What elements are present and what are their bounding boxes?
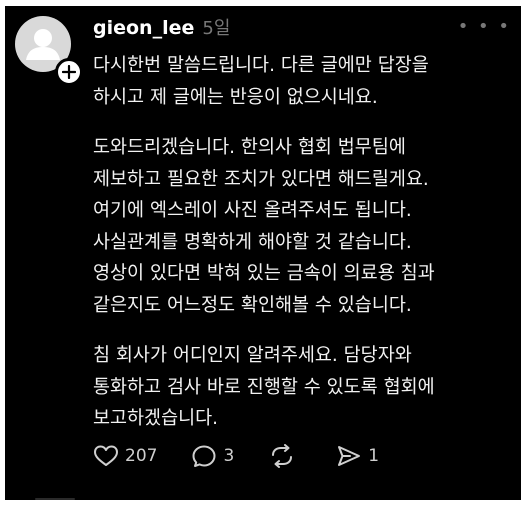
share-count: 1 [368,446,380,466]
paragraph-3: 침 회사가 어디인지 알려주세요. 담당자와 통화하고 검사 바로 진행할 수 … [93,340,513,435]
text-line: 하시고 제 글에는 반응이 없으시네요. [93,86,378,108]
text-line: 침 회사가 어디인지 알려주세요. 담당자와 [93,345,412,366]
username[interactable]: gieon_lee [93,17,194,39]
text-line: 영상이 있다면 박혀 있는 금속이 의료용 침과 [93,263,435,284]
post-header: gieon_lee 5일 [93,14,230,40]
text-line: 제보하고 필요한 조치가 있다면 해드릴게요. [93,168,429,190]
text-line: 보고하겠습니다. [93,408,219,429]
more-options-icon[interactable]: • • • [458,16,511,37]
reply-count: 3 [223,446,235,466]
repost-button[interactable] [268,444,302,468]
follow-button[interactable] [55,58,83,86]
text-line: 다시한번 말씀드립니다. 다른 글에만 답장을 [93,55,429,76]
plus-icon [62,65,76,79]
reply-button[interactable]: 3 [191,444,234,468]
text-line: 통화하고 검사 바로 진행할 수 있도록 협회에 [93,376,435,398]
paragraph-2: 도와드리겠습니다. 한의사 협회 법무팀에 제보하고 필요한 조치가 있다면 해… [93,132,513,321]
next-post-edge [35,498,75,500]
text-line: 여기에 엑스레이 사진 올려주셔도 됩니다. [93,200,412,221]
repost-icon [272,444,293,468]
paragraph-1: 다시한번 말씀드립니다. 다른 글에만 답장을 하시고 제 글에는 반응이 없으… [93,50,513,113]
like-count: 207 [125,446,158,466]
heart-icon [94,445,118,466]
share-button[interactable]: 1 [336,444,379,468]
post-time: 5일 [202,18,231,39]
post-body: 다시한번 말씀드립니다. 다른 글에만 답장을 하시고 제 글에는 반응이 없으… [93,50,513,454]
text-line: 같은지도 어느정도 확인해볼 수 있습니다. [93,294,412,316]
send-icon [338,446,361,466]
thread-post: gieon_lee 5일 • • • 다시한번 말씀드립니다. 다른 글에만 답… [5,6,521,500]
text-line: 도와드리겠습니다. 한의사 협회 법무팀에 [93,137,406,158]
like-button[interactable]: 207 [93,444,157,468]
comment-icon [192,445,216,467]
text-line: 사실관계를 명확하게 해야할 것 같습니다. [93,231,412,253]
action-bar: 207 3 1 [93,444,413,468]
